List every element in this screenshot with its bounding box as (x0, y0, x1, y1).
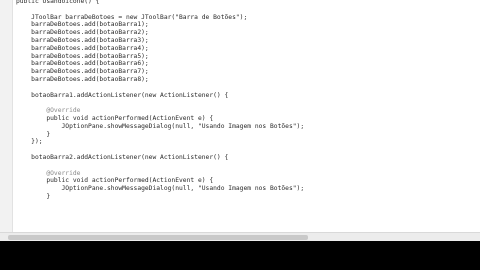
code-line: barraDeBotoes.add(botaoBarra1); (16, 21, 149, 29)
code-line: JOptionPane.showMessageDialog(null, "Usa… (16, 122, 305, 130)
code-line: JToolBar barraDeBotoes = new JToolBar("B… (16, 13, 248, 21)
code-line: barraDeBotoes.add(botaoBarra2); (16, 29, 149, 37)
code-line: barraDeBotoes.add(botaoBarra6); (16, 60, 149, 68)
code-line: }); (16, 138, 43, 146)
code-line: barraDeBotoes.add(botaoBarra5); (16, 52, 149, 60)
letterbox-bottom (0, 241, 480, 270)
code-line: barraDeBotoes.add(botaoBarra8); (16, 75, 149, 83)
code-line: } (16, 192, 51, 200)
code-text-area[interactable]: public Usandoicone() { JToolBar barraDeB… (16, 0, 480, 201)
code-editor[interactable]: public Usandoicone() { JToolBar barraDeB… (0, 0, 480, 241)
code-line: botaoBarra2.addActionListener(new Action… (16, 153, 229, 161)
scrollbar-thumb[interactable] (8, 235, 308, 240)
horizontal-scrollbar[interactable] (0, 232, 480, 241)
code-line: barraDeBotoes.add(botaoBarra3); (16, 36, 149, 44)
code-line: @Override (16, 107, 81, 115)
code-line: barraDeBotoes.add(botaoBarra7); (16, 68, 149, 76)
editor-gutter (0, 0, 13, 241)
code-line: public void actionPerformed(ActionEvent … (16, 177, 214, 185)
code-line: public void actionPerformed(ActionEvent … (16, 114, 214, 122)
code-line: JOptionPane.showMessageDialog(null, "Usa… (16, 185, 305, 193)
code-line: @Override (16, 169, 81, 177)
code-line: } (16, 130, 51, 138)
code-line: botaoBarra1.addActionListener(new Action… (16, 91, 229, 99)
code-line: barraDeBotoes.add(botaoBarra4); (16, 44, 149, 52)
video-frame: public Usandoicone() { JToolBar barraDeB… (0, 0, 480, 270)
